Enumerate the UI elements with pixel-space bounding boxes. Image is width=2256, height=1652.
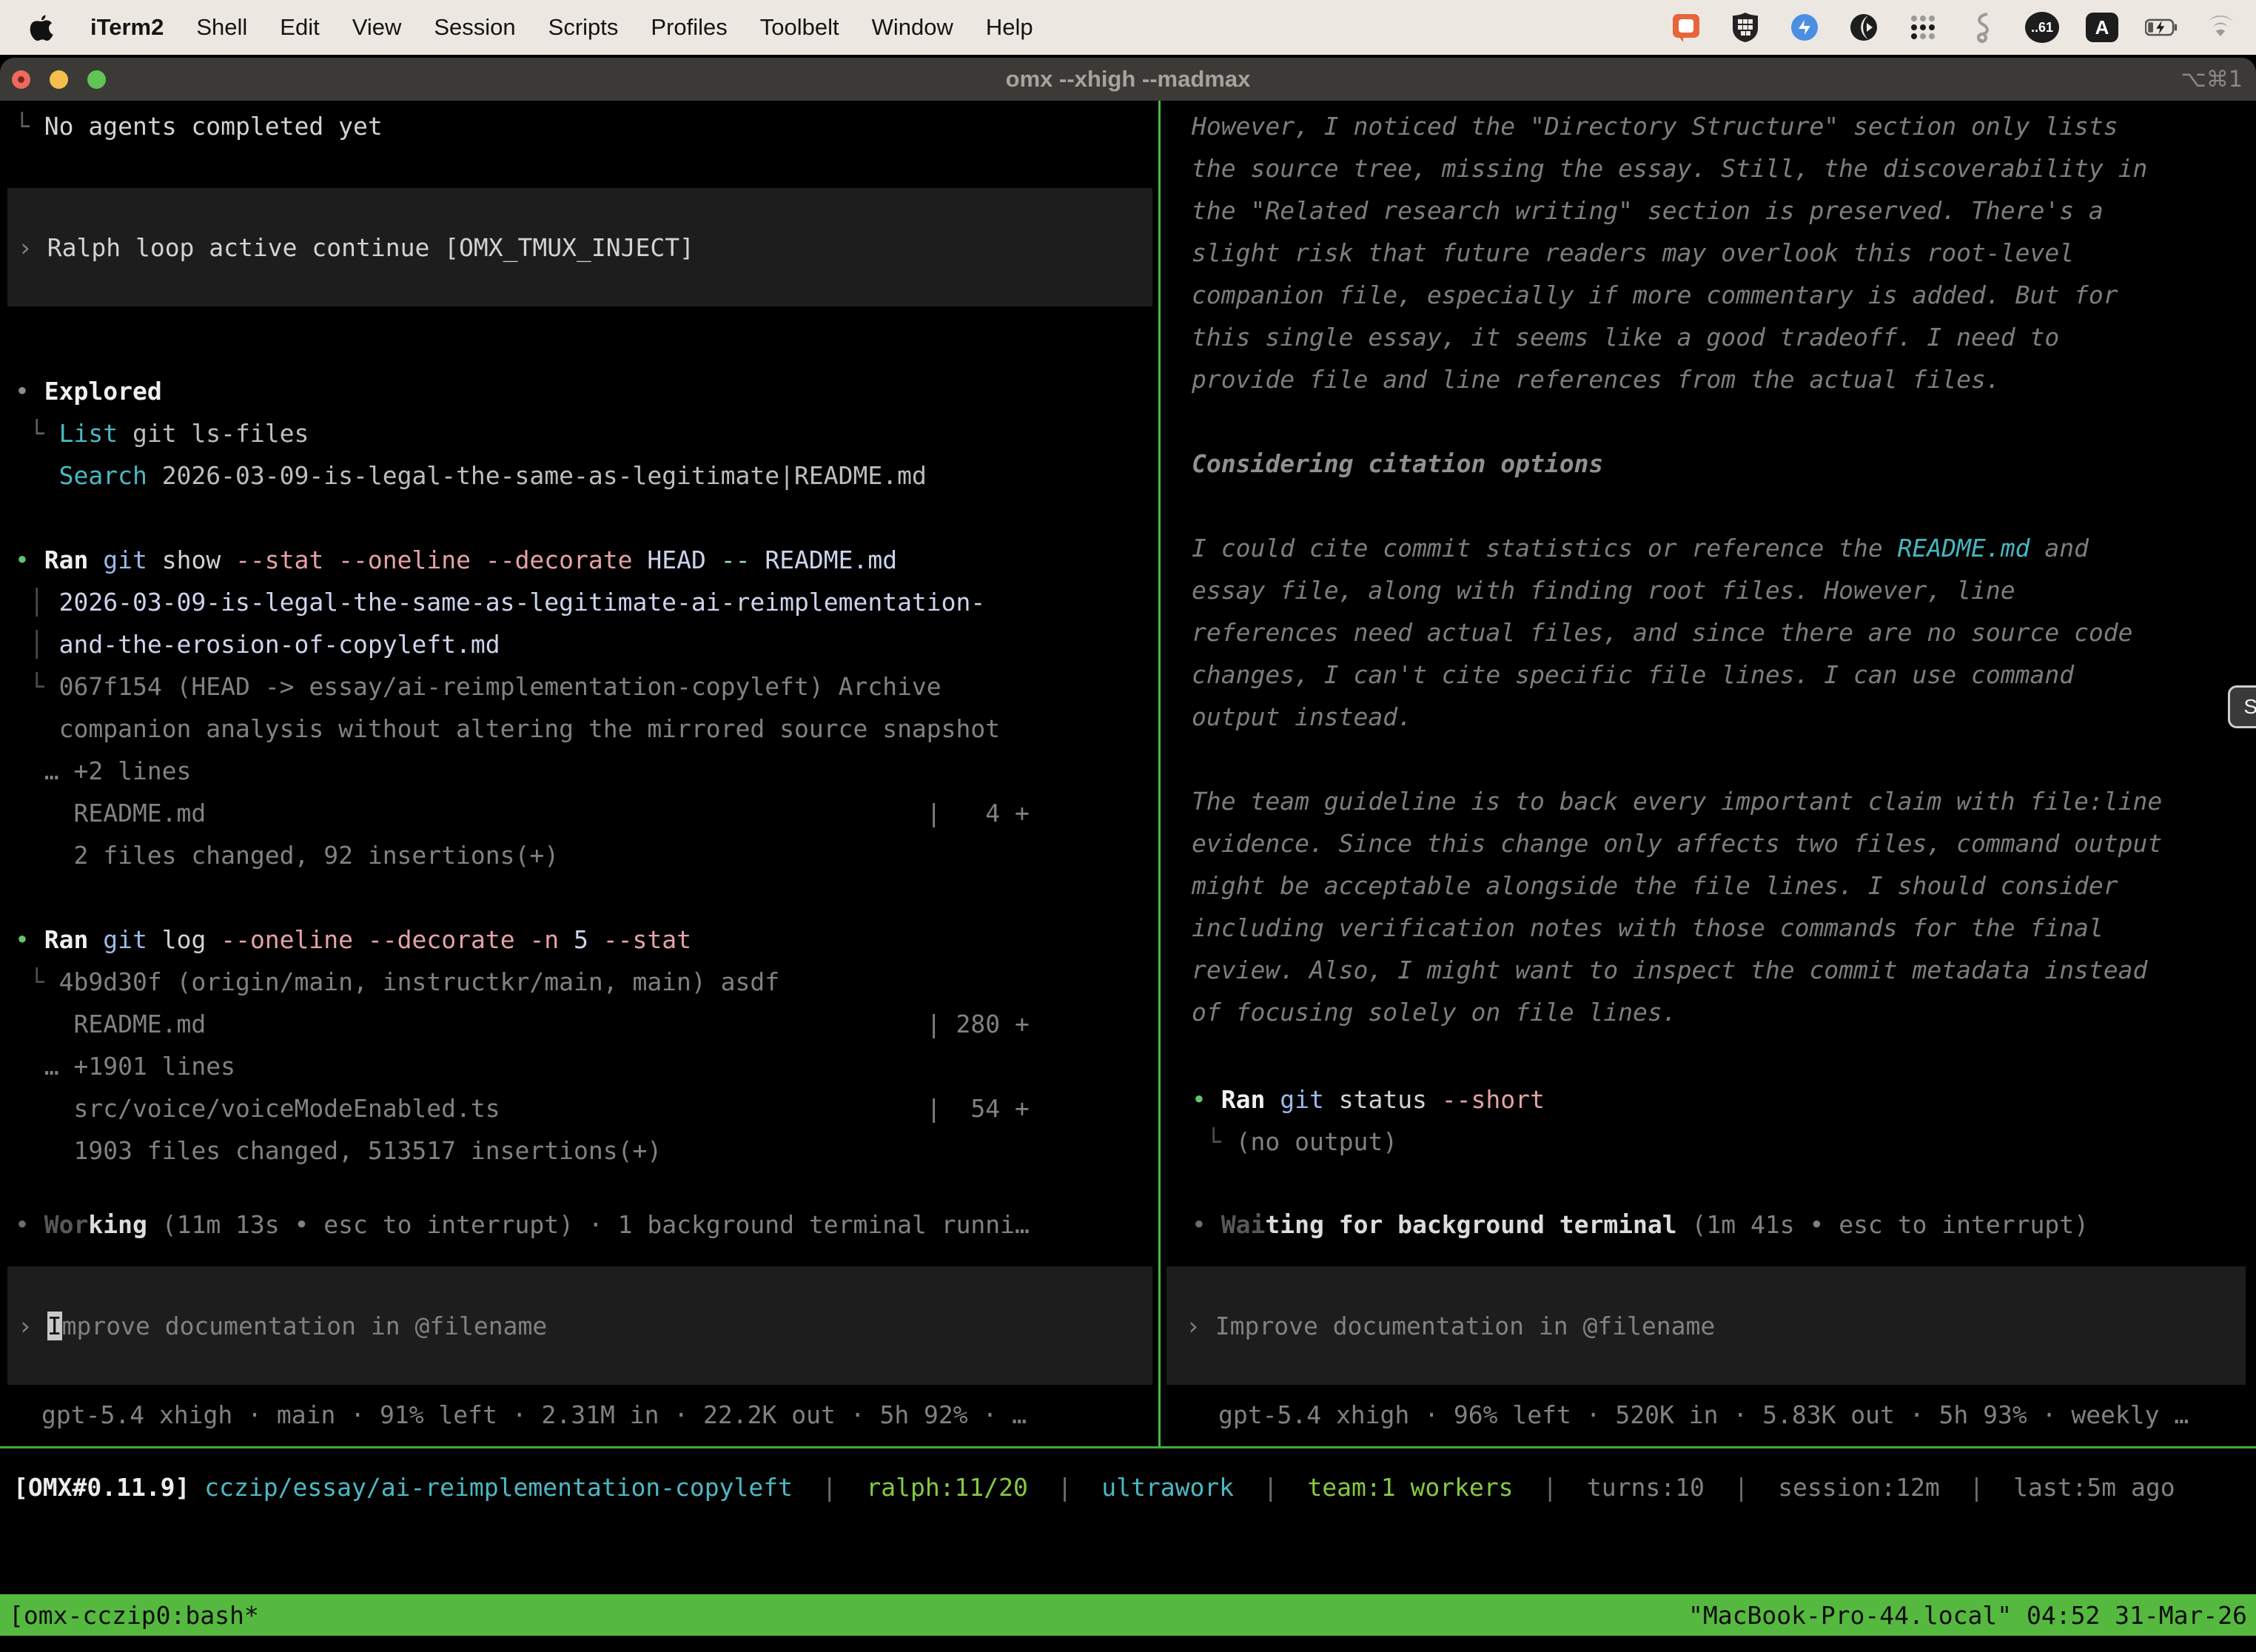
menu-item-toolbelt[interactable]: Toolbelt <box>760 14 839 41</box>
apple-menu-icon[interactable] <box>25 11 58 44</box>
terminal-line: companion analysis without altering the … <box>15 708 1158 750</box>
terminal-line: README.md | 4 + <box>15 792 1158 834</box>
terminal-line: src/voice/voiceModeEnabled.ts | 54 + <box>15 1087 1158 1129</box>
terminal-line: … +2 lines <box>15 750 1158 792</box>
terminal-line: I could cite commit statistics or refere… <box>1192 527 2252 569</box>
git-log-section: • Ran git log --oneline --decorate -n 5 … <box>15 919 1158 1172</box>
terminal-line: │ and-the-erosion-of-copyleft.md <box>15 623 1158 665</box>
tmux-panes: └ No agents completed yet › Ralph loop a… <box>0 101 2256 1448</box>
window-title: omx --xhigh --madmax <box>0 66 2256 93</box>
menu-item-profiles[interactable]: Profiles <box>651 14 727 41</box>
reasoning-heading: Considering citation options <box>1192 443 2252 485</box>
wifi-icon[interactable] <box>2204 11 2237 44</box>
reasoning-heading-text: Considering citation options <box>1192 443 2252 485</box>
terminal-line: output instead. <box>1192 696 2252 738</box>
right-model-status-bar: gpt-5.4 xhigh · 96% left · 520K in · 5.8… <box>1218 1394 2252 1436</box>
terminal-line: └ (no output) <box>1192 1121 2252 1163</box>
squiggle-icon[interactable] <box>1966 11 1998 44</box>
spacer <box>1192 1033 2252 1078</box>
terminal-line: companion file, especially if more comme… <box>1192 274 2252 316</box>
terminal-line: • Ran git show --stat --oneline --decora… <box>15 539 1158 581</box>
screenshot-app-icon[interactable] <box>1670 11 1702 44</box>
terminal-line: might be acceptable alongside the file l… <box>1192 864 2252 907</box>
terminal-line: slight risk that future readers may over… <box>1192 232 2252 274</box>
menu-item-session[interactable]: Session <box>434 14 515 41</box>
terminal-line: references need actual files, and since … <box>1192 611 2252 654</box>
left-terminal-pane[interactable]: └ No agents completed yet › Ralph loop a… <box>0 101 1158 1446</box>
terminal-line: this single essay, it seems like a good … <box>1192 316 2252 358</box>
terminal-line: • Ran git log --oneline --decorate -n 5 … <box>15 919 1158 961</box>
battery-charging-icon[interactable] <box>2145 11 2178 44</box>
iterm2-window: omx --xhigh --madmax ⌥⌘1 └ No agents com… <box>0 58 2256 1652</box>
gauge-badge[interactable]: ..61 <box>2025 12 2059 43</box>
git-status-section: • Ran git status --short └ (no output) <box>1192 1078 2252 1163</box>
ralph-loop-text: › Ralph loop active continue [OMX_TMUX_I… <box>18 226 694 269</box>
shield-grid-icon[interactable] <box>1729 11 1762 44</box>
right-prompt-box[interactable]: › Improve documentation in @filename <box>1166 1266 2246 1385</box>
menu-item-scripts[interactable]: Scripts <box>548 14 619 41</box>
omx-session-status-line: [OMX#0.11.9] cczip/essay/ai-reimplementa… <box>0 1466 2256 1508</box>
reasoning-paragraph-3: The team guideline is to back every impo… <box>1192 780 2252 1033</box>
terminal-line: README.md | 280 + <box>15 1003 1158 1045</box>
terminal-line: … +1901 lines <box>15 1045 1158 1087</box>
terminal-line: review. Also, I might want to inspect th… <box>1192 949 2252 991</box>
terminal-line: └ List git ls-files <box>15 412 1158 454</box>
waiting-status-line: • Waiting for background terminal (1m 41… <box>1192 1203 2252 1246</box>
terminal-line: • Ran git status --short <box>1192 1078 2252 1121</box>
terminal-line: essay file, along with finding root file… <box>1192 569 2252 611</box>
tmux-status-bar: [omx-cczip0:bash* "MacBook-Pro-44.local"… <box>0 1594 2256 1636</box>
menu-item-help[interactable]: Help <box>986 14 1033 41</box>
terminal-line: The team guideline is to back every impo… <box>1192 780 2252 822</box>
terminal-line: └ 067f154 (HEAD -> essay/ai-reimplementa… <box>15 665 1158 708</box>
screen: iTerm2 Shell Edit View Session Scripts P… <box>0 0 2256 1652</box>
menu-item-shell[interactable]: Shell <box>196 14 247 41</box>
spacer <box>15 1172 1158 1203</box>
macos-menu-bar: iTerm2 Shell Edit View Session Scripts P… <box>0 0 2256 55</box>
tmux-host-clock: "MacBook-Pro-44.local" 04:52 31-Mar-26 <box>1688 1601 2247 1630</box>
left-prompt-box[interactable]: › Improve documentation in @filename <box>7 1266 1152 1385</box>
window-title-bar[interactable]: omx --xhigh --madmax ⌥⌘1 <box>0 58 2256 101</box>
ralph-loop-banner: › Ralph loop active continue [OMX_TMUX_I… <box>7 188 1152 306</box>
left-prompt-input[interactable]: › Improve documentation in @filename <box>18 1305 547 1347</box>
terminal-line: │ 2026-03-09-is-legal-the-same-as-legiti… <box>15 581 1158 623</box>
menu-bar-status-area: ..61 A <box>1670 11 2256 44</box>
input-source-badge[interactable]: A <box>2086 13 2118 42</box>
menu-item-edit[interactable]: Edit <box>280 14 319 41</box>
terminal-content: └ No agents completed yet › Ralph loop a… <box>0 101 2256 1652</box>
terminal-line: the "Related research writing" section i… <box>1192 189 2252 232</box>
arc-circle-icon[interactable] <box>1847 11 1880 44</box>
terminal-line: changes, I can't cite specific file line… <box>1192 654 2252 696</box>
screen-overlay-text: Scre <box>2243 695 2256 719</box>
window-shortcut-label: ⌥⌘1 <box>2181 67 2256 93</box>
git-show-section: • Ran git show --stat --oneline --decora… <box>15 539 1158 876</box>
terminal-line: Search 2026-03-09-is-legal-the-same-as-l… <box>15 454 1158 497</box>
menu-bar-left: iTerm2 Shell Edit View Session Scripts P… <box>0 11 1033 44</box>
terminal-line: └ 4b9d30f (origin/main, instructkr/main,… <box>15 961 1158 1003</box>
explored-section: • Explored └ List git ls-files Search 20… <box>15 370 1158 497</box>
working-status-line: • Working (11m 13s • esc to interrupt) ·… <box>15 1203 1158 1246</box>
menu-item-view[interactable]: View <box>352 14 402 41</box>
terminal-line: evidence. Since this change only affects… <box>1192 822 2252 864</box>
tmux-session-name: [omx-cczip0:bash* <box>9 1601 259 1630</box>
menu-item-window[interactable]: Window <box>872 14 953 41</box>
left-model-status-bar: gpt-5.4 xhigh · main · 91% left · 2.31M … <box>41 1394 1158 1436</box>
reasoning-paragraph-2: I could cite commit statistics or refere… <box>1192 527 2252 738</box>
terminal-line: • Explored <box>15 370 1158 412</box>
menu-item-iterm2[interactable]: iTerm2 <box>90 14 164 41</box>
terminal-line: However, I noticed the "Directory Struct… <box>1192 105 2252 147</box>
terminal-line: 1903 files changed, 513517 insertions(+) <box>15 1129 1158 1172</box>
right-prompt-input[interactable]: › Improve documentation in @filename <box>1186 1305 1715 1347</box>
right-terminal-pane[interactable]: However, I noticed the "Directory Struct… <box>1161 101 2256 1446</box>
reasoning-paragraph-1: However, I noticed the "Directory Struct… <box>1192 105 2252 400</box>
agents-status-line: └ No agents completed yet <box>15 105 1158 147</box>
terminal-line: provide file and line references from th… <box>1192 358 2252 400</box>
blue-badge-icon[interactable] <box>1788 11 1821 44</box>
terminal-line: the source tree, missing the essay. Stil… <box>1192 147 2252 189</box>
terminal-line: of focusing solely on file lines. <box>1192 991 2252 1033</box>
terminal-line: 2 files changed, 92 insertions(+) <box>15 834 1158 876</box>
dots-grid-icon[interactable] <box>1907 11 1939 44</box>
terminal-line: including verification notes with those … <box>1192 907 2252 949</box>
screen-overlay-pill[interactable]: Scre <box>2228 685 2256 728</box>
